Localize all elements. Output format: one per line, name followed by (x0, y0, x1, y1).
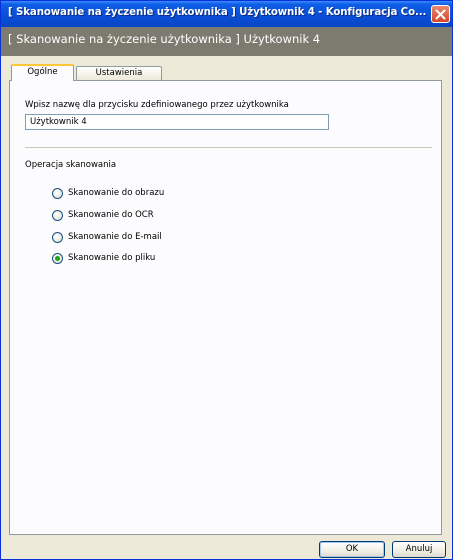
close-button[interactable] (431, 5, 450, 23)
radio-button[interactable] (52, 232, 63, 243)
window-title: [ Skanowanie na życzenie użytkownika ] U… (8, 7, 427, 18)
radio-button-selected[interactable] (52, 253, 63, 264)
scan-operation-label: Operacja skanowania (25, 160, 117, 170)
radio-selected-dot (55, 256, 60, 261)
radio-button[interactable] (52, 210, 63, 221)
dialog-header: [ Skanowanie na życzenie użytkownika ] U… (1, 27, 452, 56)
tab-settings[interactable]: Ustawienia (76, 66, 162, 80)
radio-label: Skanowanie do E-mail (68, 232, 162, 242)
cancel-button[interactable]: Anuluj (392, 541, 446, 558)
radio-label: Skanowanie do OCR (68, 210, 154, 220)
cancel-button-label: Anuluj (405, 544, 433, 554)
title-bar[interactable]: [ Skanowanie na życzenie użytkownika ] U… (1, 1, 452, 27)
separator (25, 147, 432, 148)
tab-panel (9, 80, 442, 535)
close-icon (435, 9, 446, 20)
tab-general-label: Ogólne (27, 67, 58, 77)
button-name-input[interactable]: Użytkownik 4 (25, 114, 329, 130)
name-field-label: Wpisz nazwę dla przycisku zdefiniowanego… (25, 100, 289, 110)
dialog-window: [ Skanowanie na życzenie użytkownika ] U… (0, 0, 453, 560)
radio-label: Skanowanie do pliku (68, 253, 156, 263)
radio-button[interactable] (52, 188, 63, 199)
tab-settings-label: Ustawienia (95, 68, 143, 78)
radio-label: Skanowanie do obrazu (68, 188, 165, 198)
ok-button[interactable]: OK (319, 541, 385, 558)
tab-general[interactable]: Ogólne (11, 64, 74, 81)
header-title: [ Skanowanie na życzenie użytkownika ] U… (8, 32, 321, 46)
